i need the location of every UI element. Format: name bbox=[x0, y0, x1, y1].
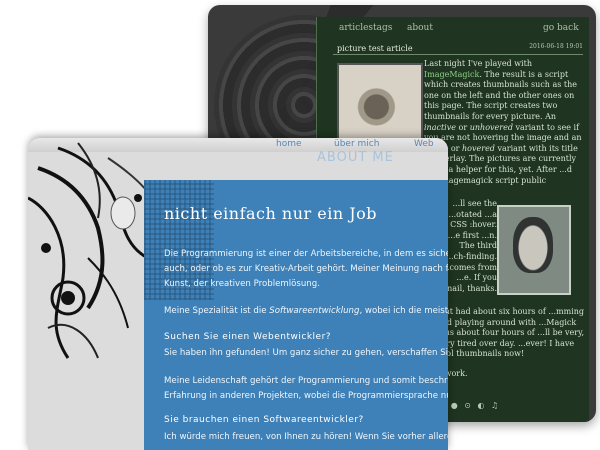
paragraph-1-line-3: Kunst, der kreativen Problemlösung. bbox=[164, 279, 320, 289]
thumbnail-sketch-image[interactable] bbox=[337, 63, 423, 149]
paragraph-5: Ich würde mich freuen, von Ihnen zu höre… bbox=[164, 432, 448, 442]
paragraph-4-line-2: Erfahrung in anderen Projekten, wobei di… bbox=[164, 391, 448, 401]
portrait-figure bbox=[513, 217, 553, 273]
paragraph-1-segment: or bbox=[448, 143, 463, 153]
front-screenshot: home über mich Web ABOUT ME nicht einfac… bbox=[28, 138, 448, 450]
thumbnail-portrait-image[interactable] bbox=[497, 205, 571, 295]
nav-tags-link[interactable]: tags bbox=[373, 23, 392, 33]
paragraph-2: Meine Spezialität ist die Softwareentwic… bbox=[164, 304, 448, 319]
paragraph-1-line-1: Die Programmierung ist einer der Arbeits… bbox=[164, 249, 448, 259]
question-softwaredeveloper: Sie brauchen einen Softwareentwickler? bbox=[164, 415, 364, 425]
go-back-link[interactable]: go back bbox=[543, 23, 579, 33]
paragraph-2-start: Meine Spezialität ist die bbox=[164, 306, 270, 316]
nav-home-link[interactable]: home bbox=[276, 139, 302, 149]
page-heading: nicht einfach nur ein Job bbox=[164, 204, 378, 223]
question-webdeveloper: Suchen Sie einen Webentwickler? bbox=[164, 332, 332, 342]
post-title[interactable]: picture test article bbox=[337, 44, 413, 53]
paragraph-4-line-1: Meine Leidenschaft gehört der Programmie… bbox=[164, 376, 448, 386]
paragraph-1-segment: hovered bbox=[462, 143, 495, 153]
back-nav: articles tags about go back bbox=[317, 17, 589, 39]
paragraph-1-segment: or bbox=[456, 122, 470, 132]
post-paragraph-4: ...work. bbox=[437, 369, 468, 378]
nav-web-link[interactable]: Web bbox=[414, 139, 434, 149]
paragraph-1-segment: Last night I've played with bbox=[424, 59, 532, 68]
paragraph-1-segment: inactive bbox=[424, 122, 456, 132]
post-paragraph-1: Last night I've played with ImageMagick.… bbox=[424, 59, 584, 186]
post-date: 2016-06-18 19:01 bbox=[529, 43, 583, 50]
nav-about-me-link[interactable]: über mich bbox=[334, 139, 379, 149]
sketch-figure bbox=[353, 75, 405, 133]
paragraph-1-segment: unhovered bbox=[469, 122, 513, 132]
divider bbox=[333, 54, 583, 55]
content-panel: nicht einfach nur ein Job Die Programmie… bbox=[144, 180, 448, 450]
paragraph-1-line-2: auch, oder ob es zur Kreativ-Arbeit gehö… bbox=[164, 264, 448, 274]
post-paragraph-3: ...ht had about six hours of ...mming an… bbox=[437, 307, 585, 359]
paragraph-3: Sie haben ihn gefunden! Um ganz sicher z… bbox=[164, 348, 448, 358]
nav-about-link[interactable]: about bbox=[407, 23, 433, 33]
paragraph-2-end: , wobei ich die meiste... bbox=[359, 306, 448, 316]
nav-articles-link[interactable]: articles bbox=[339, 23, 373, 33]
paragraph-2-emphasis: Softwareentwicklung bbox=[269, 306, 360, 316]
imagemagick-link[interactable]: ImageMagick bbox=[424, 70, 479, 79]
about-me-label: ABOUT ME bbox=[317, 150, 394, 165]
